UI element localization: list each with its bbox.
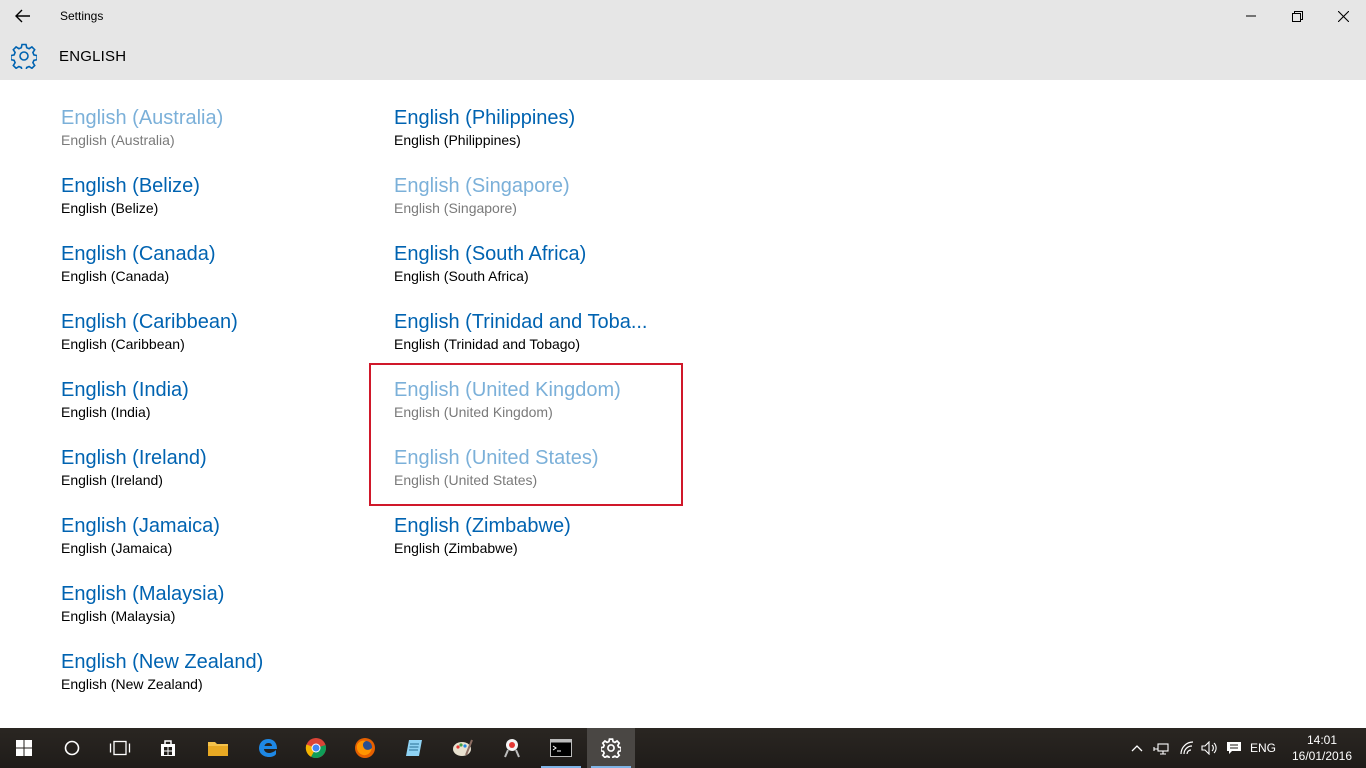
notification-icon (1227, 742, 1241, 754)
restore-button[interactable] (1274, 0, 1320, 32)
clock-date: 16/01/2016 (1291, 749, 1353, 763)
language-native-name: English (Trinidad and Tobago) (394, 336, 581, 352)
store-icon (161, 740, 175, 756)
cortana-button[interactable] (48, 728, 96, 768)
language-native-name: English (South Africa) (394, 268, 529, 284)
language-name: English (Zimbabwe) (394, 515, 571, 537)
taskbar-command-prompt[interactable] (537, 728, 585, 768)
tray-wifi[interactable] (1176, 728, 1198, 768)
restore-icon (1291, 10, 1303, 22)
close-button[interactable] (1320, 0, 1366, 32)
close-icon (1337, 10, 1349, 22)
language-name: English (Singapore) (394, 175, 570, 197)
taskbar-file-explorer[interactable] (194, 728, 242, 768)
language-name: English (Philippines) (394, 107, 576, 129)
language-item-philippines[interactable]: English (Philippines) English (Philippin… (394, 106, 694, 162)
language-item-singapore[interactable]: English (Singapore) English (Singapore) (394, 174, 694, 230)
window-title: Settings (60, 9, 104, 23)
taskbar-paint[interactable] (439, 728, 487, 768)
back-arrow-icon (15, 9, 30, 23)
language-native-name: English (Jamaica) (61, 540, 173, 556)
page-header: ENGLISH (0, 32, 1366, 80)
language-native-name: English (New Zealand) (61, 676, 203, 692)
language-name: English (Caribbean) (61, 311, 238, 333)
taskbar-notepad[interactable] (390, 728, 438, 768)
language-item-ireland[interactable]: English (Ireland) English (Ireland) (61, 446, 361, 502)
taskbar: ENG 14:01 16/01/2016 (0, 728, 1366, 768)
edge-icon (259, 739, 277, 757)
minimize-icon (1246, 15, 1256, 17)
language-native-name: English (Zimbabwe) (394, 540, 518, 556)
task-view-icon (109, 740, 131, 756)
highlight-annotation-box (369, 363, 683, 506)
volume-icon (1201, 741, 1217, 755)
taskbar-store[interactable] (144, 728, 192, 768)
language-name: English (Belize) (61, 175, 200, 197)
language-item-new-zealand[interactable]: English (New Zealand) English (New Zeala… (61, 650, 361, 706)
language-native-name: English (Canada) (61, 268, 170, 284)
back-button[interactable] (0, 0, 46, 32)
language-name: English (New Zealand) (61, 651, 264, 673)
firefox-icon (355, 738, 375, 758)
language-native-name: English (Ireland) (61, 472, 163, 488)
clock-time: 14:01 (1306, 733, 1338, 747)
language-item-malaysia[interactable]: English (Malaysia) English (Malaysia) (61, 582, 361, 638)
taskbar-settings[interactable] (587, 728, 635, 768)
language-item-zimbabwe[interactable]: English (Zimbabwe) English (Zimbabwe) (394, 514, 694, 570)
language-native-name: English (Malaysia) (61, 608, 176, 624)
file-explorer-icon (208, 742, 228, 756)
taskbar-edge[interactable] (244, 728, 292, 768)
show-hidden-icons-button[interactable] (1128, 728, 1146, 768)
windows-start-icon (16, 740, 32, 756)
language-item-south-africa[interactable]: English (South Africa) English (South Af… (394, 242, 694, 298)
language-name: English (Jamaica) (61, 515, 220, 537)
gear-icon (11, 43, 37, 69)
task-view-button[interactable] (96, 728, 144, 768)
minimize-button[interactable] (1228, 0, 1274, 32)
language-native-name: English (India) (61, 404, 151, 420)
chrome-icon (305, 738, 326, 759)
tray-volume[interactable] (1199, 728, 1221, 768)
language-name: English (Trinidad and Toba... (394, 311, 648, 333)
input-language-indicator[interactable]: ENG (1248, 728, 1278, 768)
taskbar-snipping-tool[interactable] (488, 728, 536, 768)
language-name: English (India) (61, 379, 189, 401)
language-name: English (South Africa) (394, 243, 587, 265)
language-item-caribbean[interactable]: English (Caribbean) English (Caribbean) (61, 310, 361, 366)
chevron-up-icon (1131, 745, 1143, 752)
language-native-name: English (Australia) (61, 132, 175, 148)
snipping-icon (504, 739, 520, 758)
language-name: English (Australia) (61, 107, 224, 129)
language-name: English (Malaysia) (61, 583, 225, 605)
cortana-icon (64, 740, 80, 756)
language-native-name: English (Caribbean) (61, 336, 185, 352)
language-native-name: English (Belize) (61, 200, 159, 216)
taskbar-clock[interactable]: 14:01 16/01/2016 (1286, 732, 1358, 764)
language-name: English (Canada) (61, 243, 216, 265)
language-item-trinidad-and-tobago[interactable]: English (Trinidad and Toba... English (T… (394, 310, 694, 366)
wifi-icon (1180, 741, 1194, 755)
tray-action-center[interactable] (1223, 728, 1245, 768)
page-title: ENGLISH (59, 48, 127, 65)
title-bar: Settings (0, 0, 1366, 32)
language-native-name: English (Singapore) (394, 200, 517, 216)
notepad-icon (406, 740, 422, 756)
settings-icon (601, 738, 621, 758)
language-item-canada[interactable]: English (Canada) English (Canada) (61, 242, 361, 298)
language-item-india[interactable]: English (India) English (India) (61, 378, 361, 434)
start-button[interactable] (0, 728, 48, 768)
language-item-belize[interactable]: English (Belize) English (Belize) (61, 174, 361, 230)
input-language-label: ENG (1249, 741, 1276, 755)
command-prompt-icon (550, 739, 572, 757)
language-native-name: English (Philippines) (394, 132, 521, 148)
taskbar-firefox[interactable] (341, 728, 389, 768)
network-icon (1153, 743, 1169, 755)
language-name: English (Ireland) (61, 447, 207, 469)
language-item-jamaica[interactable]: English (Jamaica) English (Jamaica) (61, 514, 361, 570)
paint-icon (453, 739, 473, 756)
tray-network[interactable] (1150, 728, 1172, 768)
language-item-australia[interactable]: English (Australia) English (Australia) (61, 106, 361, 162)
taskbar-chrome[interactable] (292, 728, 340, 768)
